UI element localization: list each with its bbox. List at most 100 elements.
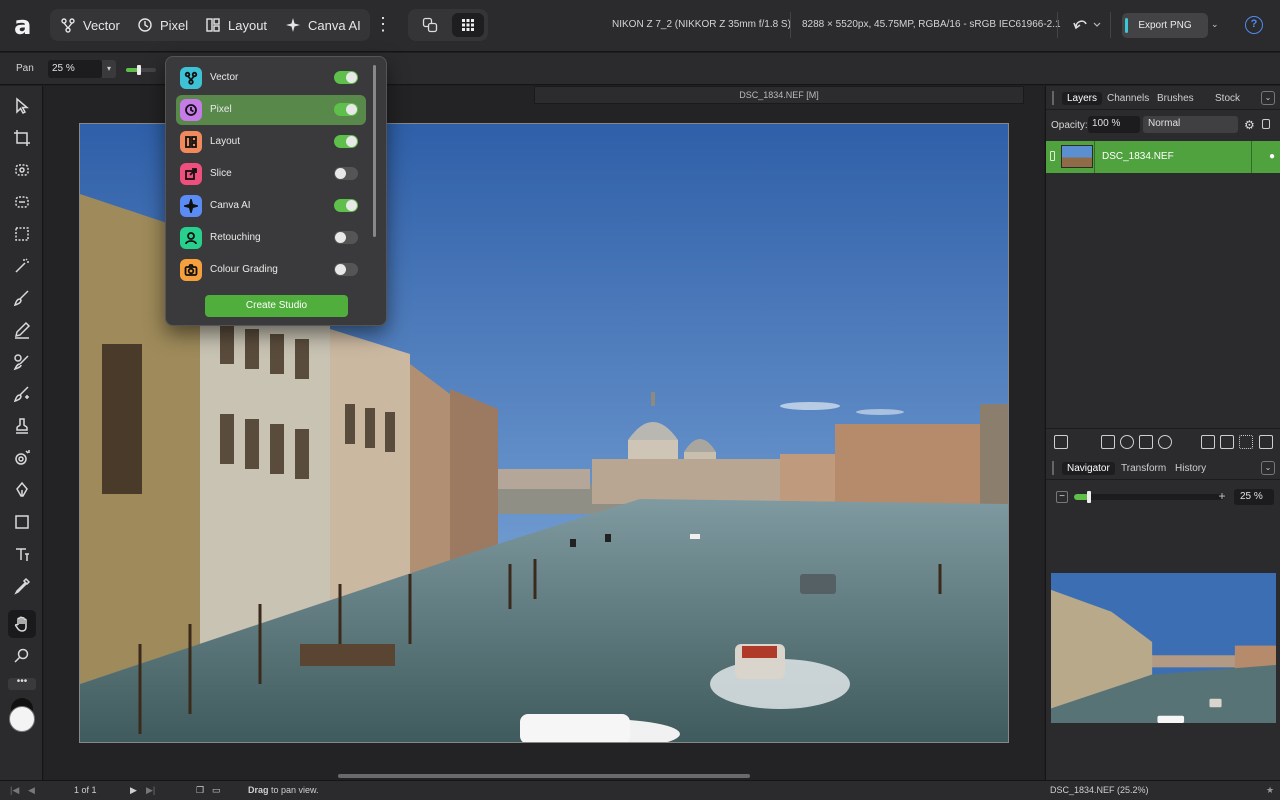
mask-icon[interactable]: [1120, 435, 1134, 449]
paint-brush-tool[interactable]: [8, 284, 36, 312]
prev-page-icon[interactable]: ◀: [28, 785, 35, 796]
studio-menu-item-layout[interactable]: Layout: [176, 127, 366, 157]
layout-icon: [206, 18, 220, 32]
studio-vector-button[interactable]: Vector: [60, 9, 120, 41]
layout-icon: [180, 131, 202, 153]
retouching-toggle[interactable]: [334, 231, 358, 244]
selection-brush-tool[interactable]: [8, 156, 36, 184]
color-picker-tool[interactable]: [8, 572, 36, 600]
create-studio-button[interactable]: Create Studio: [205, 295, 348, 317]
star-icon[interactable]: ★: [1266, 785, 1274, 796]
pen-tool[interactable]: [8, 476, 36, 504]
adjustment-icon[interactable]: [1139, 435, 1153, 449]
pixel-toggle[interactable]: [334, 103, 358, 116]
canva-ai-icon: [180, 195, 202, 217]
panel-menu-chevron-icon[interactable]: ⌄: [1261, 461, 1275, 475]
add-layer-icon[interactable]: [1201, 435, 1215, 449]
lock-icon[interactable]: [1262, 119, 1270, 129]
pixel-layer-icon[interactable]: [1239, 435, 1253, 449]
primary-color-swatch[interactable]: [9, 706, 35, 732]
layer-lock-icon[interactable]: [1050, 151, 1055, 161]
layer-row-selected[interactable]: DSC_1834.NEF ●: [1046, 141, 1280, 173]
studio-menu-item-colour-grading[interactable]: Colour Grading: [176, 255, 366, 285]
panel-grip[interactable]: [1052, 91, 1054, 105]
zoom-in-icon[interactable]: +: [1216, 490, 1228, 503]
canva-ai-toggle[interactable]: [334, 199, 358, 212]
horizontal-scrollbar[interactable]: [338, 774, 750, 778]
vector-toggle[interactable]: [334, 71, 358, 84]
magic-wand-icon: [15, 258, 29, 273]
document-tab[interactable]: DSC_1834.NEF [M]: [534, 86, 1024, 104]
group-folder-icon[interactable]: [1220, 435, 1234, 449]
panel-menu-chevron-icon[interactable]: ⌄: [1261, 91, 1275, 105]
studio-layout-button[interactable]: Layout: [205, 9, 267, 41]
studio-menu-item-slice[interactable]: Slice: [176, 159, 366, 189]
zoom-slider[interactable]: [126, 65, 156, 75]
more-menu-icon[interactable]: ⋮: [374, 14, 392, 36]
studio-menu-item-pixel[interactable]: Pixel: [176, 95, 366, 125]
clone-brush-tool[interactable]: [8, 412, 36, 440]
red-eye-tool[interactable]: [8, 444, 36, 472]
tab-layers[interactable]: Layers: [1062, 92, 1103, 105]
pixel-tool[interactable]: [8, 316, 36, 344]
zoom-input[interactable]: 25 %: [48, 60, 102, 78]
text-tool[interactable]: [8, 540, 36, 568]
zoom-dropdown-chevron-icon[interactable]: ▾: [102, 60, 116, 78]
studio-pixel-button[interactable]: Pixel: [137, 9, 188, 41]
move-tool[interactable]: [8, 92, 36, 120]
trash-icon[interactable]: [1259, 435, 1273, 449]
tab-stock[interactable]: Stock: [1210, 92, 1245, 105]
divider: [1094, 141, 1095, 173]
edit-layer-icon[interactable]: [1054, 435, 1068, 449]
colour-grading-toggle[interactable]: [334, 263, 358, 276]
rectangle-tool[interactable]: [8, 508, 36, 536]
studio-canva-ai-button[interactable]: Canva AI: [285, 9, 361, 41]
magnifier-icon: [14, 648, 29, 663]
panel-grip[interactable]: [1052, 461, 1054, 475]
navigator-preview[interactable]: [1051, 573, 1276, 723]
studio-menu-label: Pixel: [210, 104, 232, 115]
studio-menu-item-retouching[interactable]: Retouching: [176, 223, 366, 253]
spread-icon[interactable]: ▭: [212, 785, 221, 796]
magic-wand-tool[interactable]: [8, 252, 36, 280]
marquee-tool[interactable]: [8, 220, 36, 248]
blend-mode-select[interactable]: Normal: [1143, 116, 1238, 133]
flood-select-tool[interactable]: [8, 188, 36, 216]
app-logo[interactable]: a: [14, 13, 40, 39]
help-icon[interactable]: ?: [1245, 16, 1263, 34]
next-page-icon[interactable]: ▶: [130, 785, 137, 796]
zoom-out-icon[interactable]: −: [1056, 491, 1068, 503]
persona-mode-group: [408, 9, 488, 41]
fx-icon[interactable]: [1101, 435, 1115, 449]
tab-channels[interactable]: Channels: [1102, 92, 1154, 105]
zoom-tool[interactable]: [8, 642, 36, 670]
tab-navigator[interactable]: Navigator: [1062, 462, 1115, 475]
pages-icon[interactable]: ❐: [196, 785, 204, 796]
export-png-button[interactable]: Export PNG: [1122, 13, 1208, 38]
export-options-chevron-icon[interactable]: ⌄: [1211, 19, 1219, 30]
studio-menu-item-vector[interactable]: Vector: [176, 63, 366, 93]
navigator-zoom-input[interactable]: 25 %: [1234, 489, 1274, 505]
opacity-input[interactable]: 100 %: [1088, 116, 1140, 133]
crop-tool[interactable]: [8, 124, 36, 152]
tab-transform[interactable]: Transform: [1116, 462, 1171, 475]
tab-history[interactable]: History: [1170, 462, 1211, 475]
healing-brush-tool[interactable]: [8, 380, 36, 408]
slice-toggle[interactable]: [334, 167, 358, 180]
more-tools-icon[interactable]: •••: [8, 677, 36, 690]
eye-icon[interactable]: ●: [1269, 151, 1275, 162]
studio-menu-scrollbar[interactable]: [373, 65, 376, 237]
translate-mode-button[interactable]: [414, 13, 446, 37]
gear-icon[interactable]: ⚙: [1244, 118, 1255, 132]
grid-mode-button[interactable]: [452, 13, 484, 37]
studio-menu-item-canva-ai[interactable]: Canva AI: [176, 191, 366, 221]
undo-button[interactable]: [1070, 15, 1102, 35]
tab-brushes[interactable]: Brushes: [1152, 92, 1199, 105]
layout-toggle[interactable]: [334, 135, 358, 148]
first-page-icon[interactable]: |◀: [10, 785, 19, 796]
view-tool[interactable]: [8, 610, 36, 638]
navigator-zoom-slider[interactable]: [1074, 491, 1224, 503]
last-page-icon[interactable]: ▶|: [146, 785, 155, 796]
live-filter-icon[interactable]: [1158, 435, 1172, 449]
mixer-brush-tool[interactable]: [8, 348, 36, 376]
